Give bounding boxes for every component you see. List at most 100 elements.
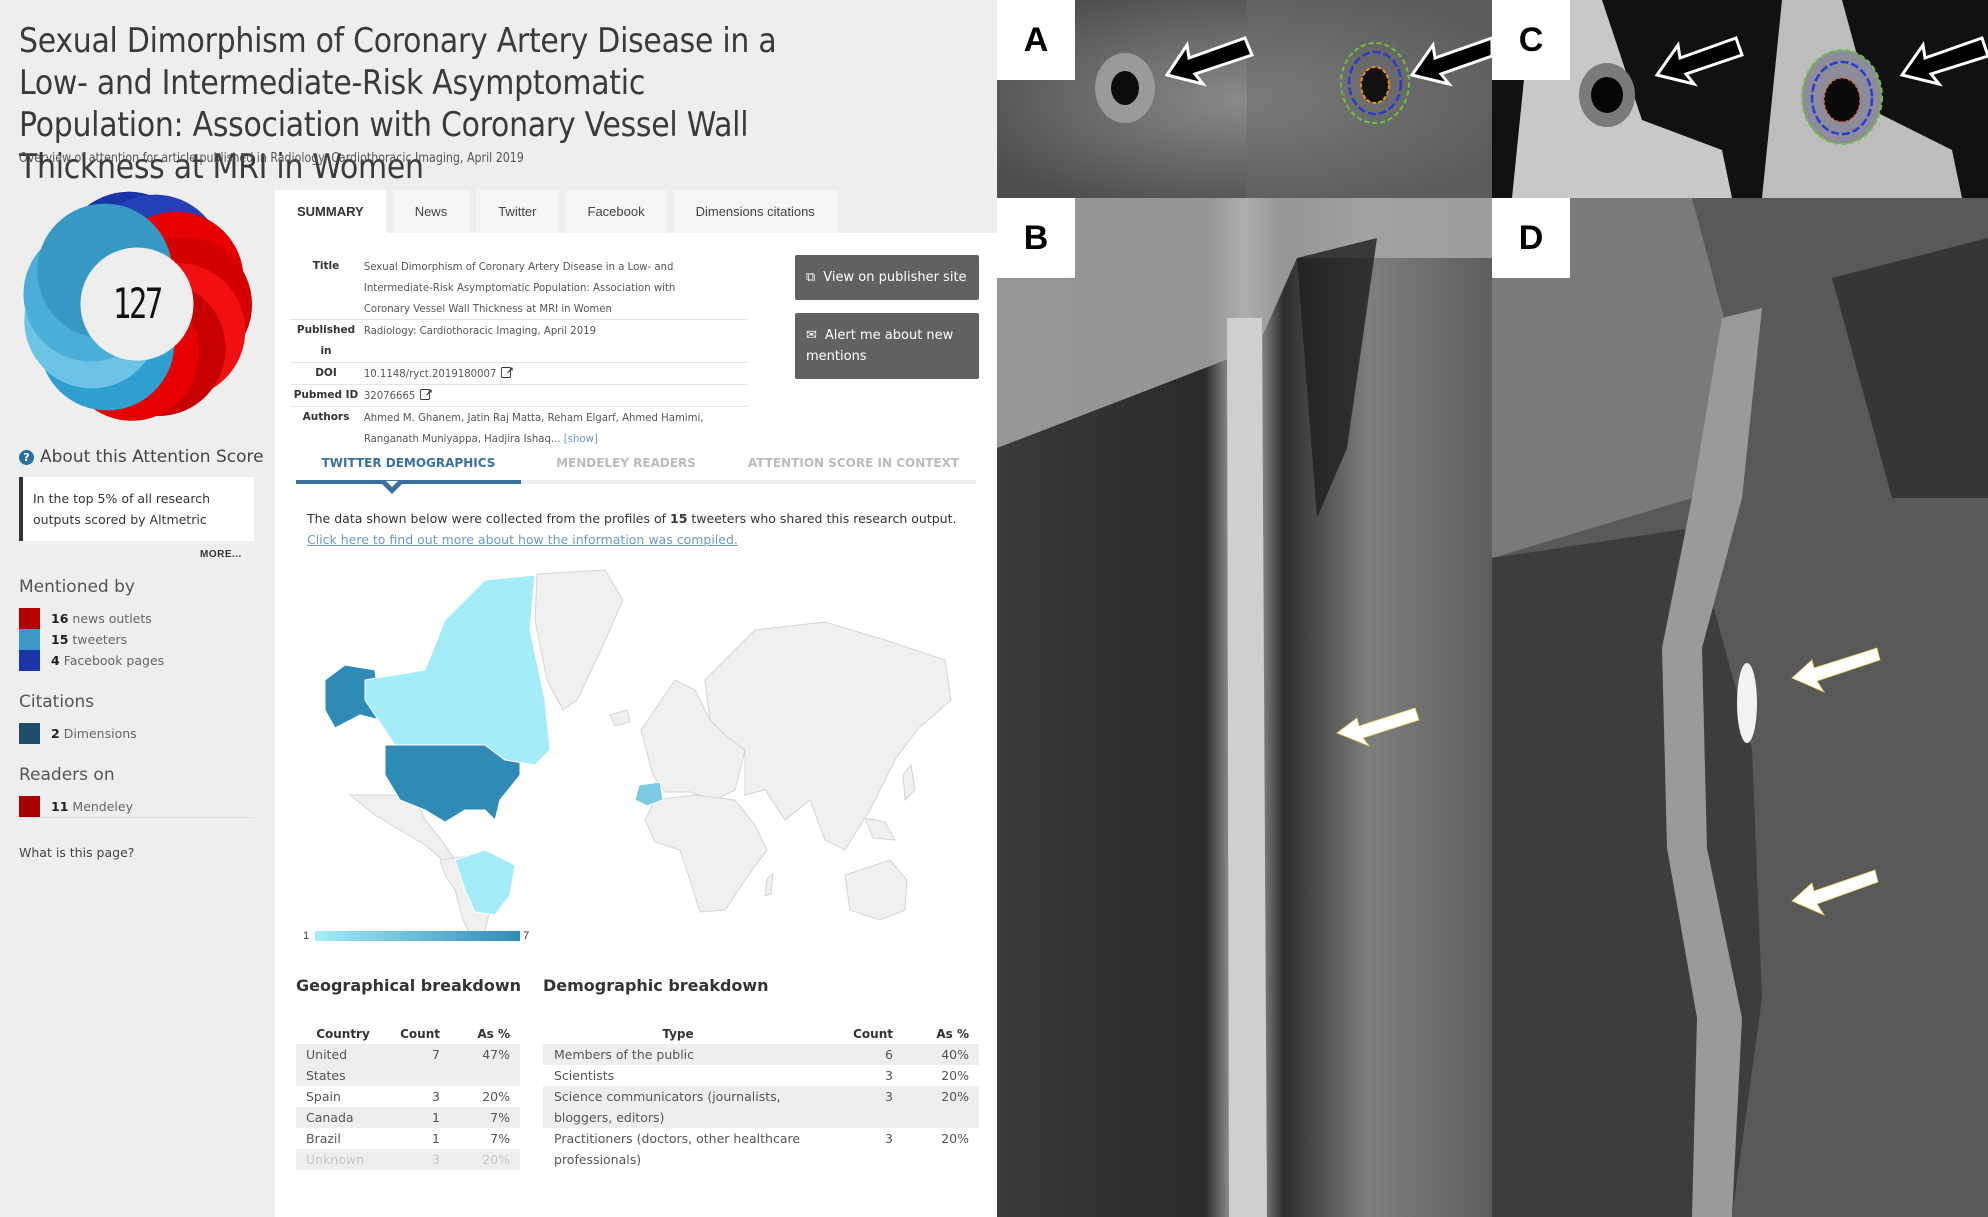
world-map[interactable] — [305, 560, 955, 940]
geo-cell-pct: 7% — [490, 1131, 510, 1146]
map-country-canada[interactable] — [364, 574, 551, 766]
demo-row: Practitioners (doctors, other healthcare… — [543, 1128, 979, 1170]
figure-panel-b: B — [997, 198, 1492, 1217]
geo-cell-pct: 20% — [440, 1149, 520, 1170]
mentioned-by-heading: Mentioned by — [19, 577, 135, 597]
what-is-this-page-link[interactable]: What is this page? — [19, 845, 134, 860]
demo-breakdown-heading: Demographic breakdown — [543, 976, 769, 995]
meta-published-row: Published in Radiology: Cardiothoracic I… — [290, 320, 748, 363]
sidebar-divider — [19, 817, 254, 818]
geo-row: Canada 1 7% — [296, 1107, 520, 1128]
scale-min: 1 — [303, 930, 310, 942]
twitter-swatch — [19, 629, 40, 650]
tab-dimensions-citations[interactable]: Dimensions citations — [673, 190, 837, 233]
tab-twitter[interactable]: Twitter — [476, 190, 559, 233]
geo-cell-count: 3 — [432, 1089, 440, 1104]
geo-cell-count: 1 — [432, 1131, 440, 1146]
tab-news[interactable]: News — [392, 190, 470, 233]
tab-mendeley-readers[interactable]: MENDELEY READERS — [521, 448, 731, 480]
meta-title: Sexual Dimorphism of Coronary Artery Dis… — [363, 260, 676, 315]
geo-row: Unknown 3 20% — [296, 1149, 520, 1170]
geo-breakdown-heading: Geographical breakdown — [296, 976, 522, 995]
doi-link[interactable]: 10.1148/ryct.2019180007 — [364, 367, 497, 380]
demo-cell-type: Scientists — [554, 1068, 615, 1083]
mention-news[interactable]: 16 news outlets — [19, 608, 152, 629]
demo-cell-count: 3 — [885, 1131, 893, 1146]
panel-label-a: A — [997, 0, 1075, 80]
facebook-swatch — [19, 650, 40, 671]
demo-row: Members of the public 6 40% — [543, 1044, 979, 1065]
alert-me-button[interactable]: ✉ Alert me about new mentions — [795, 313, 979, 379]
geo-cell-country: Unknown — [296, 1149, 380, 1170]
figure-panel-c: C — [1492, 0, 1988, 198]
meta-pubmed-row: Pubmed ID 32076665 — [290, 383, 748, 407]
figure-panel-d: D — [1492, 198, 1988, 1217]
article-metadata: Title Sexual Dimorphism of Coronary Arte… — [290, 256, 748, 449]
tab-summary[interactable]: SUMMARY — [275, 190, 386, 233]
panel-d-image — [1492, 198, 1988, 1217]
mendeley-swatch — [19, 796, 40, 817]
demo-row: Scientists 3 20% — [543, 1065, 979, 1086]
tab-twitter-demographics[interactable]: TWITTER DEMOGRAPHICS — [296, 448, 521, 484]
tab-facebook[interactable]: Facebook — [565, 190, 667, 233]
attention-score: 127 — [112, 279, 163, 328]
about-label: About this Attention Score — [40, 447, 264, 467]
demo-cell-count: 3 — [813, 1086, 893, 1128]
show-authors-link[interactable]: [show] — [564, 432, 598, 445]
meta-authors: Ahmed M. Ghanem, Jatin Raj Matta, Reham … — [363, 411, 704, 445]
map-color-scale: 1 7 — [303, 930, 529, 942]
geo-cell-pct: 47% — [440, 1044, 520, 1086]
citation-dimensions[interactable]: 2 Dimensions — [19, 723, 137, 744]
external-link-icon[interactable] — [500, 361, 514, 382]
readers-heading: Readers on — [19, 765, 115, 785]
meta-authors-row: Authors Ahmed M. Ghanem, Jatin Raj Matta… — [302, 411, 704, 445]
citations-heading: Citations — [19, 692, 95, 712]
geo-cell-count: 7 — [380, 1044, 440, 1086]
demo-cell-type: Science communicators (journalists, blog… — [543, 1086, 813, 1128]
reader-mendeley[interactable]: 11 Mendeley — [19, 796, 133, 817]
map-africa — [644, 794, 768, 913]
info-compiled-link[interactable]: Click here to find out more about how th… — [307, 532, 738, 547]
demo-row: Science communicators (journalists, blog… — [543, 1086, 979, 1128]
demo-cell-type: Practitioners (doctors, other healthcare… — [554, 1131, 801, 1167]
more-link[interactable]: MORE... — [200, 549, 242, 560]
external-link-icon: ⧉ — [806, 270, 816, 285]
active-tab-caret — [382, 481, 402, 494]
demo-cell-pct: 20% — [893, 1086, 979, 1128]
geo-cell-country: Canada — [296, 1107, 380, 1128]
summary-panel: Title Sexual Dimorphism of Coronary Arte… — [275, 233, 997, 1217]
scale-gradient-bar — [315, 931, 521, 941]
demo-cell-count: 3 — [885, 1068, 893, 1083]
geo-cell-country: Spain — [306, 1089, 341, 1104]
dimensions-swatch — [19, 723, 40, 744]
news-swatch — [19, 608, 40, 629]
tab-attention-score-context[interactable]: ATTENTION SCORE IN CONTEXT — [731, 448, 976, 480]
pubmed-link[interactable]: 32076665 — [364, 389, 416, 402]
geo-cell-country: United States — [296, 1044, 380, 1086]
demo-cell-pct: 20% — [941, 1068, 969, 1083]
altmetric-page: Sexual Dimorphism of Coronary Artery Dis… — [0, 0, 997, 1217]
top-percent-box: In the top 5% of all research outputs sc… — [19, 477, 254, 541]
panel-label-d: D — [1492, 198, 1570, 278]
geo-row: United States 7 47% — [296, 1044, 520, 1086]
demographics-tabs: TWITTER DEMOGRAPHICS MENDELEY READERS AT… — [296, 448, 976, 484]
geo-cell-count: 3 — [380, 1149, 440, 1170]
map-australia — [844, 859, 908, 921]
meta-title-row: Title Sexual Dimorphism of Coronary Arte… — [290, 256, 748, 320]
geo-cell-pct: 7% — [440, 1107, 520, 1128]
panel-b-image — [997, 198, 1492, 1217]
question-icon: ? — [19, 449, 34, 465]
geo-cell-country: Brazil — [306, 1131, 341, 1146]
page-subtitle: Overview of attention for article publis… — [19, 151, 524, 166]
meta-published: Radiology: Cardiothoracic Imaging, April… — [363, 324, 597, 337]
demo-cell-pct: 20% — [941, 1131, 969, 1146]
demo-cell-count: 6 — [813, 1044, 893, 1065]
mention-twitter[interactable]: 15 tweeters — [19, 629, 127, 650]
mention-facebook[interactable]: 4 Facebook pages — [19, 650, 164, 671]
view-on-publisher-button[interactable]: ⧉ View on publisher site — [795, 255, 979, 300]
external-link-icon[interactable] — [419, 383, 433, 404]
about-attention-score[interactable]: ? About this Attention Score — [19, 447, 264, 467]
map-greenland — [534, 569, 624, 711]
geo-row: Brazil 1 7% — [296, 1128, 520, 1149]
demographics-intro: The data shown below were collected from… — [307, 511, 957, 547]
